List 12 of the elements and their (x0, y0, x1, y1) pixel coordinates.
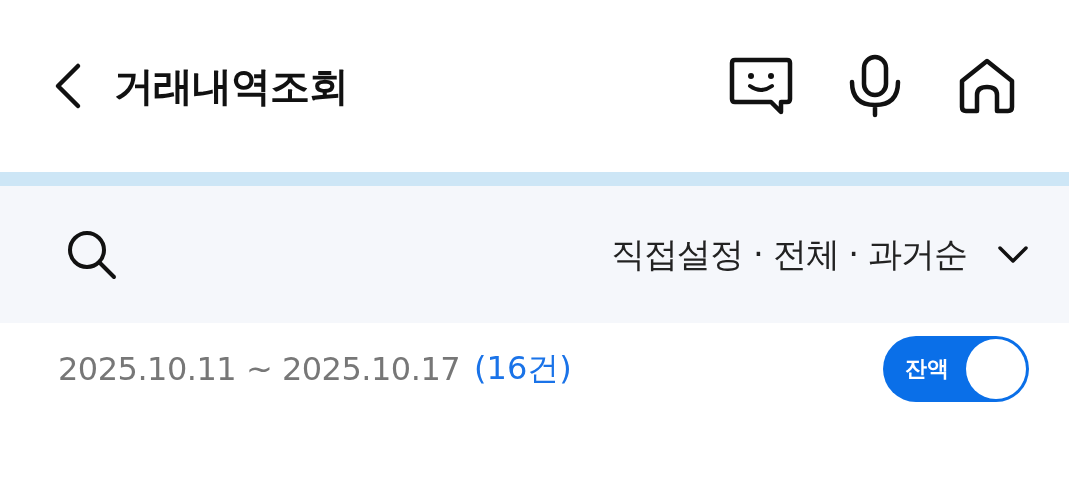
home-icon (957, 57, 1017, 115)
search-button[interactable] (66, 228, 118, 281)
home-button[interactable] (957, 57, 1017, 115)
filter-dropdown[interactable]: 직접설정 · 전체 · 과거순 (611, 231, 1029, 278)
balance-toggle[interactable]: 잔액 (883, 335, 1029, 402)
chat-button[interactable] (729, 57, 793, 115)
smiley-chat-icon (729, 57, 793, 115)
chevron-down-icon (997, 244, 1029, 265)
page-title: 거래내역조회 (114, 61, 349, 111)
date-range: 2025.10.11 ~ 2025.10.17 (58, 349, 461, 388)
search-icon (66, 228, 118, 281)
transaction-count: (16건) (474, 347, 572, 389)
